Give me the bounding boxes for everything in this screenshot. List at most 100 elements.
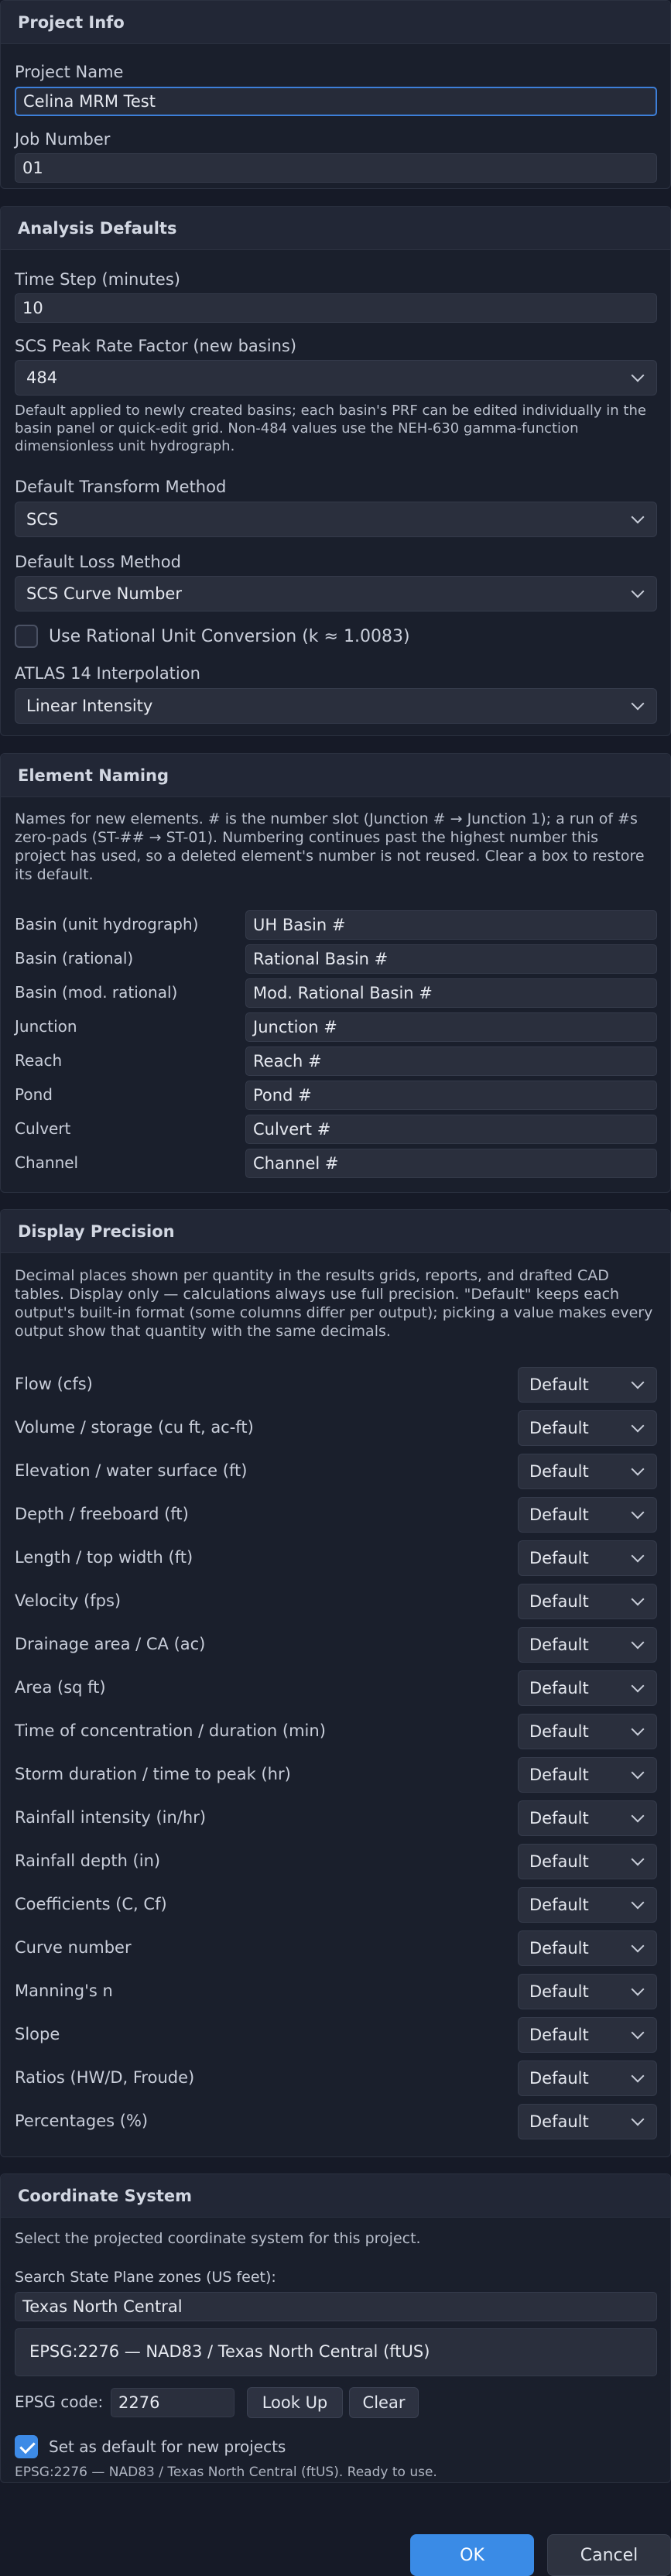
precision-select-value: Default (529, 1636, 589, 1654)
precision-select[interactable]: Default (518, 1844, 657, 1879)
time-step-input[interactable]: 10 (15, 293, 657, 323)
precision-select[interactable]: Default (518, 1974, 657, 2009)
precision-select[interactable]: Default (518, 1800, 657, 1836)
precision-row-label: Area (sq ft) (15, 1678, 106, 1697)
precision-select[interactable]: Default (518, 2017, 657, 2053)
precision-row: Drainage area / CA (ac) Default (1, 1627, 671, 1663)
chevron-down-icon (631, 584, 645, 598)
precision-select-value: Default (529, 1506, 589, 1524)
naming-row-input[interactable]: Rational Basin # (245, 944, 657, 974)
element-naming-panel: Element Naming Names for new elements. #… (0, 753, 671, 1193)
element-naming-header: Element Naming (1, 754, 670, 797)
precision-select-value: Default (529, 1939, 589, 1958)
look-up-button[interactable]: Look Up (247, 2387, 343, 2418)
precision-select-value: Default (529, 1896, 589, 1914)
time-step-label: Time Step (minutes) (15, 270, 180, 289)
precision-row-label: Elevation / water surface (ft) (15, 1461, 248, 1480)
set-default-checkbox[interactable] (15, 2435, 38, 2458)
chevron-down-icon (631, 510, 645, 524)
project-info-header: Project Info (1, 1, 670, 44)
precision-row: Percentages (%) Default (1, 2104, 671, 2139)
naming-row-input[interactable]: Pond # (245, 1081, 657, 1110)
cancel-button[interactable]: Cancel (547, 2534, 671, 2576)
precision-select-value: Default (529, 1419, 589, 1437)
precision-select-value: Default (529, 1722, 589, 1741)
naming-row: Channel Channel # (1, 1149, 671, 1178)
search-zones-input[interactable]: Texas North Central (15, 2292, 657, 2321)
precision-row: Volume / storage (cu ft, ac-ft) Default (1, 1410, 671, 1446)
search-zones-label: Search State Plane zones (US feet): (15, 2269, 276, 2286)
precision-select[interactable]: Default (518, 1670, 657, 1706)
atlas-select[interactable]: Linear Intensity (15, 688, 657, 724)
naming-row-input[interactable]: Mod. Rational Basin # (245, 978, 657, 1008)
naming-row-input[interactable]: Reach # (245, 1046, 657, 1076)
precision-select-value: Default (529, 1809, 589, 1828)
precision-select[interactable]: Default (518, 1497, 657, 1533)
analysis-defaults-header: Analysis Defaults (1, 207, 670, 250)
prf-select[interactable]: 484 (15, 360, 657, 396)
chevron-down-icon (631, 2112, 645, 2126)
precision-row-label: Coefficients (C, Cf) (15, 1895, 167, 1913)
zone-result-item[interactable]: EPSG:2276 — NAD83 / Texas North Central … (29, 2342, 430, 2361)
coordinate-status-text: EPSG:2276 — NAD83 / Texas North Central … (15, 2465, 437, 2480)
precision-select[interactable]: Default (518, 1584, 657, 1619)
chevron-down-icon (631, 1896, 645, 1910)
precision-row: Manning's n Default (1, 1974, 671, 2009)
precision-select[interactable]: Default (518, 2104, 657, 2139)
transform-select[interactable]: SCS (15, 502, 657, 537)
chevron-down-icon (631, 1462, 645, 1476)
precision-row: Flow (cfs) Default (1, 1367, 671, 1403)
chevron-down-icon (631, 1506, 645, 1519)
precision-select-value: Default (529, 1982, 589, 2001)
naming-row-input[interactable]: Junction # (245, 1012, 657, 1042)
precision-row: Rainfall depth (in) Default (1, 1844, 671, 1879)
precision-select[interactable]: Default (518, 1540, 657, 1576)
chevron-down-icon (631, 1809, 645, 1823)
loss-select[interactable]: SCS Curve Number (15, 576, 657, 611)
naming-row: Culvert Culvert # (1, 1115, 671, 1144)
naming-row: Reach Reach # (1, 1046, 671, 1076)
precision-select-value: Default (529, 1592, 589, 1611)
naming-row: Basin (rational) Rational Basin # (1, 944, 671, 974)
job-number-input[interactable]: 01 (15, 153, 657, 183)
job-number-label: Job Number (15, 130, 111, 149)
naming-row-input[interactable]: Culvert # (245, 1115, 657, 1144)
precision-select[interactable]: Default (518, 1454, 657, 1489)
chevron-down-icon (631, 2069, 645, 2083)
precision-select[interactable]: Default (518, 1627, 657, 1663)
naming-row-label: Pond (15, 1085, 53, 1104)
precision-select[interactable]: Default (518, 2060, 657, 2096)
prf-description: Default applied to newly created basins;… (15, 402, 646, 454)
naming-row-input[interactable]: UH Basin # (245, 910, 657, 940)
clear-button[interactable]: Clear (349, 2387, 419, 2418)
precision-row-label: Flow (cfs) (15, 1375, 93, 1393)
chevron-down-icon (631, 1419, 645, 1433)
precision-select[interactable]: Default (518, 1757, 657, 1793)
project-name-input[interactable]: Celina MRM Test (15, 87, 657, 116)
set-default-label[interactable]: Set as default for new projects (49, 2437, 286, 2456)
chevron-down-icon (631, 1852, 645, 1866)
precision-row: Area (sq ft) Default (1, 1670, 671, 1706)
naming-row-label: Channel (15, 1153, 79, 1172)
naming-row-label: Basin (mod. rational) (15, 983, 178, 1002)
transform-label: Default Transform Method (15, 478, 227, 496)
precision-row-label: Time of concentration / duration (min) (15, 1721, 326, 1740)
epsg-code-input[interactable]: 2276 (111, 2388, 235, 2417)
naming-row-input[interactable]: Channel # (245, 1149, 657, 1178)
precision-row-label: Volume / storage (cu ft, ac-ft) (15, 1418, 254, 1437)
precision-row: Length / top width (ft) Default (1, 1540, 671, 1576)
chevron-down-icon (631, 1375, 645, 1389)
rational-conversion-checkbox[interactable] (15, 625, 38, 648)
precision-select[interactable]: Default (518, 1887, 657, 1923)
chevron-down-icon (631, 1679, 645, 1693)
naming-row: Junction Junction # (1, 1012, 671, 1042)
atlas-select-value: Linear Intensity (26, 697, 153, 715)
precision-select[interactable]: Default (518, 1367, 657, 1403)
precision-select[interactable]: Default (518, 1714, 657, 1749)
ok-button[interactable]: OK (410, 2534, 534, 2576)
precision-select[interactable]: Default (518, 1930, 657, 1966)
precision-select[interactable]: Default (518, 1410, 657, 1446)
chevron-down-icon (631, 697, 645, 711)
rational-conversion-label[interactable]: Use Rational Unit Conversion (k ≈ 1.0083… (49, 627, 410, 646)
loss-select-value: SCS Curve Number (26, 584, 182, 603)
